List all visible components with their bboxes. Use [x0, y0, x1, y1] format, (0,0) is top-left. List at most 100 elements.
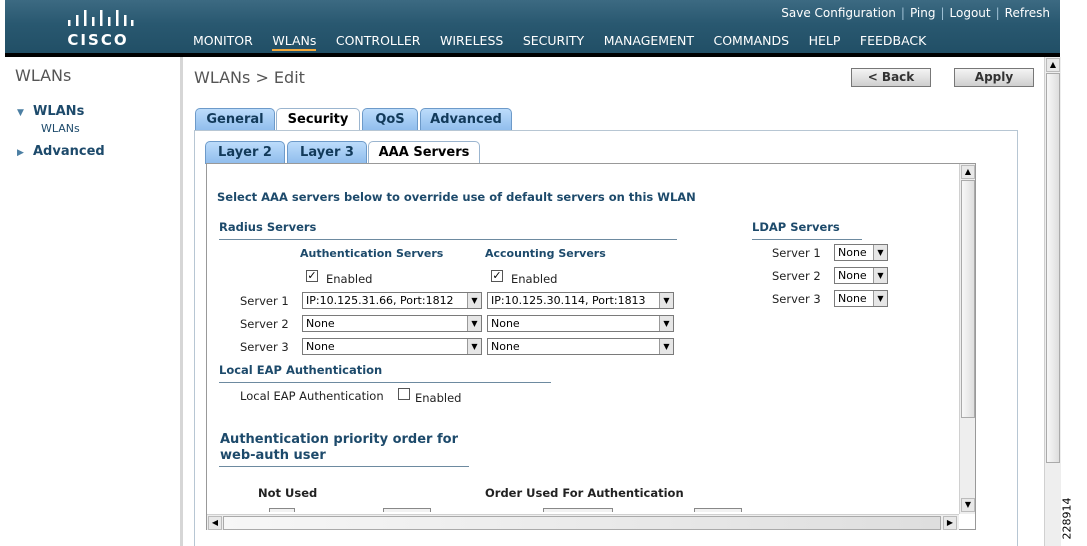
expanded-triangle-icon: ▼ [17, 108, 24, 118]
acct-enabled-label: Enabled [511, 272, 558, 286]
inner-vertical-scrollbar[interactable]: ▲ ▼ [959, 164, 975, 514]
auth-server-3-select[interactable]: None ▼ [302, 338, 482, 355]
not-used-listbox[interactable] [269, 508, 295, 512]
nav-wlans[interactable]: WLANs [272, 33, 317, 51]
nav-feedback[interactable]: FEEDBACK [860, 33, 926, 49]
auth-server-2-select[interactable]: None ▼ [302, 315, 482, 332]
dropdown-arrow-icon: ▼ [873, 268, 887, 283]
order-used-header: Order Used For Authentication [485, 486, 684, 500]
local-eap-enabled-label: Enabled [415, 391, 462, 405]
ping-link[interactable]: Ping [910, 6, 936, 20]
acct-server-1-select[interactable]: IP:10.125.30.114, Port:1813 ▼ [487, 292, 674, 309]
acct-server-2-select[interactable]: None ▼ [487, 315, 674, 332]
ldap-server-1-label: Server 1 [772, 246, 821, 260]
scroll-thumb[interactable] [223, 516, 941, 530]
scroll-thumb[interactable] [961, 180, 975, 418]
auth-server-1-select[interactable]: IP:10.125.31.66, Port:1812 ▼ [302, 292, 482, 309]
refresh-link[interactable]: Refresh [1005, 6, 1050, 20]
tab-qos[interactable]: QoS [362, 108, 418, 131]
tab-security[interactable]: Security [276, 108, 360, 132]
header-bar: CISCO Save Configuration | Ping | Logout | Ref… [5, 0, 1060, 57]
sidebar-item-advanced[interactable]: ▶ Advanced [17, 144, 105, 159]
tab-advanced[interactable]: Advanced [420, 108, 512, 131]
auth-enabled-label: Enabled [326, 272, 373, 286]
dropdown-arrow-icon: ▼ [873, 245, 887, 260]
back-button[interactable]: < Back [851, 68, 931, 87]
page-vertical-scrollbar[interactable]: ▲ [1044, 57, 1061, 546]
scroll-thumb[interactable] [1046, 73, 1060, 463]
sidebar-item-label: WLANs [33, 104, 85, 119]
main-content: WLANs > Edit < Back Apply General Securi… [186, 57, 1044, 546]
ldap-server-2-select[interactable]: None ▼ [834, 267, 888, 284]
scroll-up-icon[interactable]: ▲ [1046, 58, 1060, 72]
local-eap-divider [219, 382, 551, 383]
nav-help[interactable]: HELP [809, 33, 841, 49]
select-value: IP:10.125.31.66, Port:1812 [306, 294, 454, 307]
ldap-server-2-label: Server 2 [772, 269, 821, 283]
auth-enabled-checkbox[interactable]: ✓ [306, 270, 318, 282]
nav-management[interactable]: MANAGEMENT [604, 33, 694, 49]
select-value: None [491, 340, 520, 353]
tab-general[interactable]: General [195, 108, 275, 131]
apply-button[interactable]: Apply [954, 68, 1034, 87]
subtab-aaa-servers[interactable]: AAA Servers [368, 141, 480, 165]
save-configuration-link[interactable]: Save Configuration [781, 6, 896, 20]
figure-id: 228914 [1060, 490, 1084, 546]
logo-wordmark: CISCO [67, 31, 129, 49]
sidebar-subitem-wlans[interactable]: WLANs [41, 122, 80, 135]
ldap-divider [752, 239, 862, 240]
select-value: None [838, 292, 867, 305]
ldap-server-3-label: Server 3 [772, 292, 821, 306]
radius-server-3-label: Server 3 [240, 340, 289, 354]
logout-link[interactable]: Logout [950, 6, 991, 20]
priority-order-heading: Authentication priority order for web-au… [220, 432, 458, 464]
nav-commands[interactable]: COMMANDS [713, 33, 789, 49]
local-eap-heading: Local EAP Authentication [219, 363, 383, 377]
intro-text: Select AAA servers below to override use… [217, 190, 696, 204]
sidebar-title: WLANs [15, 66, 72, 85]
radius-servers-heading: Radius Servers [219, 220, 317, 234]
scroll-left-icon[interactable]: ◀ [208, 516, 222, 530]
select-value: None [306, 340, 335, 353]
dropdown-arrow-icon: ▼ [873, 291, 887, 306]
inner-horizontal-scrollbar[interactable]: ◀ ▶ [207, 514, 959, 530]
ldap-server-1-select[interactable]: None ▼ [834, 244, 888, 261]
select-value: None [838, 269, 867, 282]
priority-order-heading-line-1: Authentication priority order for [220, 432, 458, 447]
nav-monitor[interactable]: MONITOR [193, 33, 253, 49]
sidebar-item-label: Advanced [33, 144, 105, 159]
order-used-listbox[interactable] [543, 508, 613, 512]
dropdown-arrow-icon: ▼ [659, 293, 673, 308]
subtab-layer-3[interactable]: Layer 3 [287, 141, 367, 164]
nav-security[interactable]: SECURITY [523, 33, 584, 49]
move-up-button[interactable] [694, 508, 742, 512]
acct-server-3-select[interactable]: None ▼ [487, 338, 674, 355]
cisco-bridge-icon [68, 10, 134, 26]
local-eap-label: Local EAP Authentication [240, 389, 384, 403]
nav-controller[interactable]: CONTROLLER [336, 33, 421, 49]
dropdown-arrow-icon: ▼ [467, 316, 481, 331]
select-value: IP:10.125.30.114, Port:1813 [491, 294, 646, 307]
scroll-down-icon[interactable]: ▼ [961, 498, 975, 512]
not-used-header: Not Used [258, 486, 318, 500]
collapsed-triangle-icon: ▶ [17, 148, 24, 158]
scroll-up-icon[interactable]: ▲ [961, 165, 975, 179]
select-value: None [306, 317, 335, 330]
sidebar-item-wlans[interactable]: ▼ WLANs [17, 104, 84, 119]
figure-id-text: 228914 [1060, 497, 1074, 540]
main-nav: MONITOR WLANs CONTROLLER WIRELESS SECURI… [193, 33, 942, 51]
nav-wireless[interactable]: WIRELESS [440, 33, 503, 49]
ldap-server-3-select[interactable]: None ▼ [834, 290, 888, 307]
select-value: None [838, 246, 867, 259]
acct-servers-header: Accounting Servers [485, 247, 606, 260]
local-eap-enabled-checkbox[interactable] [398, 388, 410, 400]
dropdown-arrow-icon: ▼ [467, 339, 481, 354]
move-right-button[interactable] [383, 508, 431, 512]
subtab-layer-2[interactable]: Layer 2 [205, 141, 285, 164]
scroll-right-icon[interactable]: ▶ [943, 516, 957, 530]
ldap-servers-heading: LDAP Servers [752, 220, 840, 234]
acct-enabled-checkbox[interactable]: ✓ [491, 270, 503, 282]
page-title: WLANs > Edit [194, 68, 305, 87]
select-value: None [491, 317, 520, 330]
aaa-servers-panel: Select AAA servers below to override use… [206, 163, 976, 530]
